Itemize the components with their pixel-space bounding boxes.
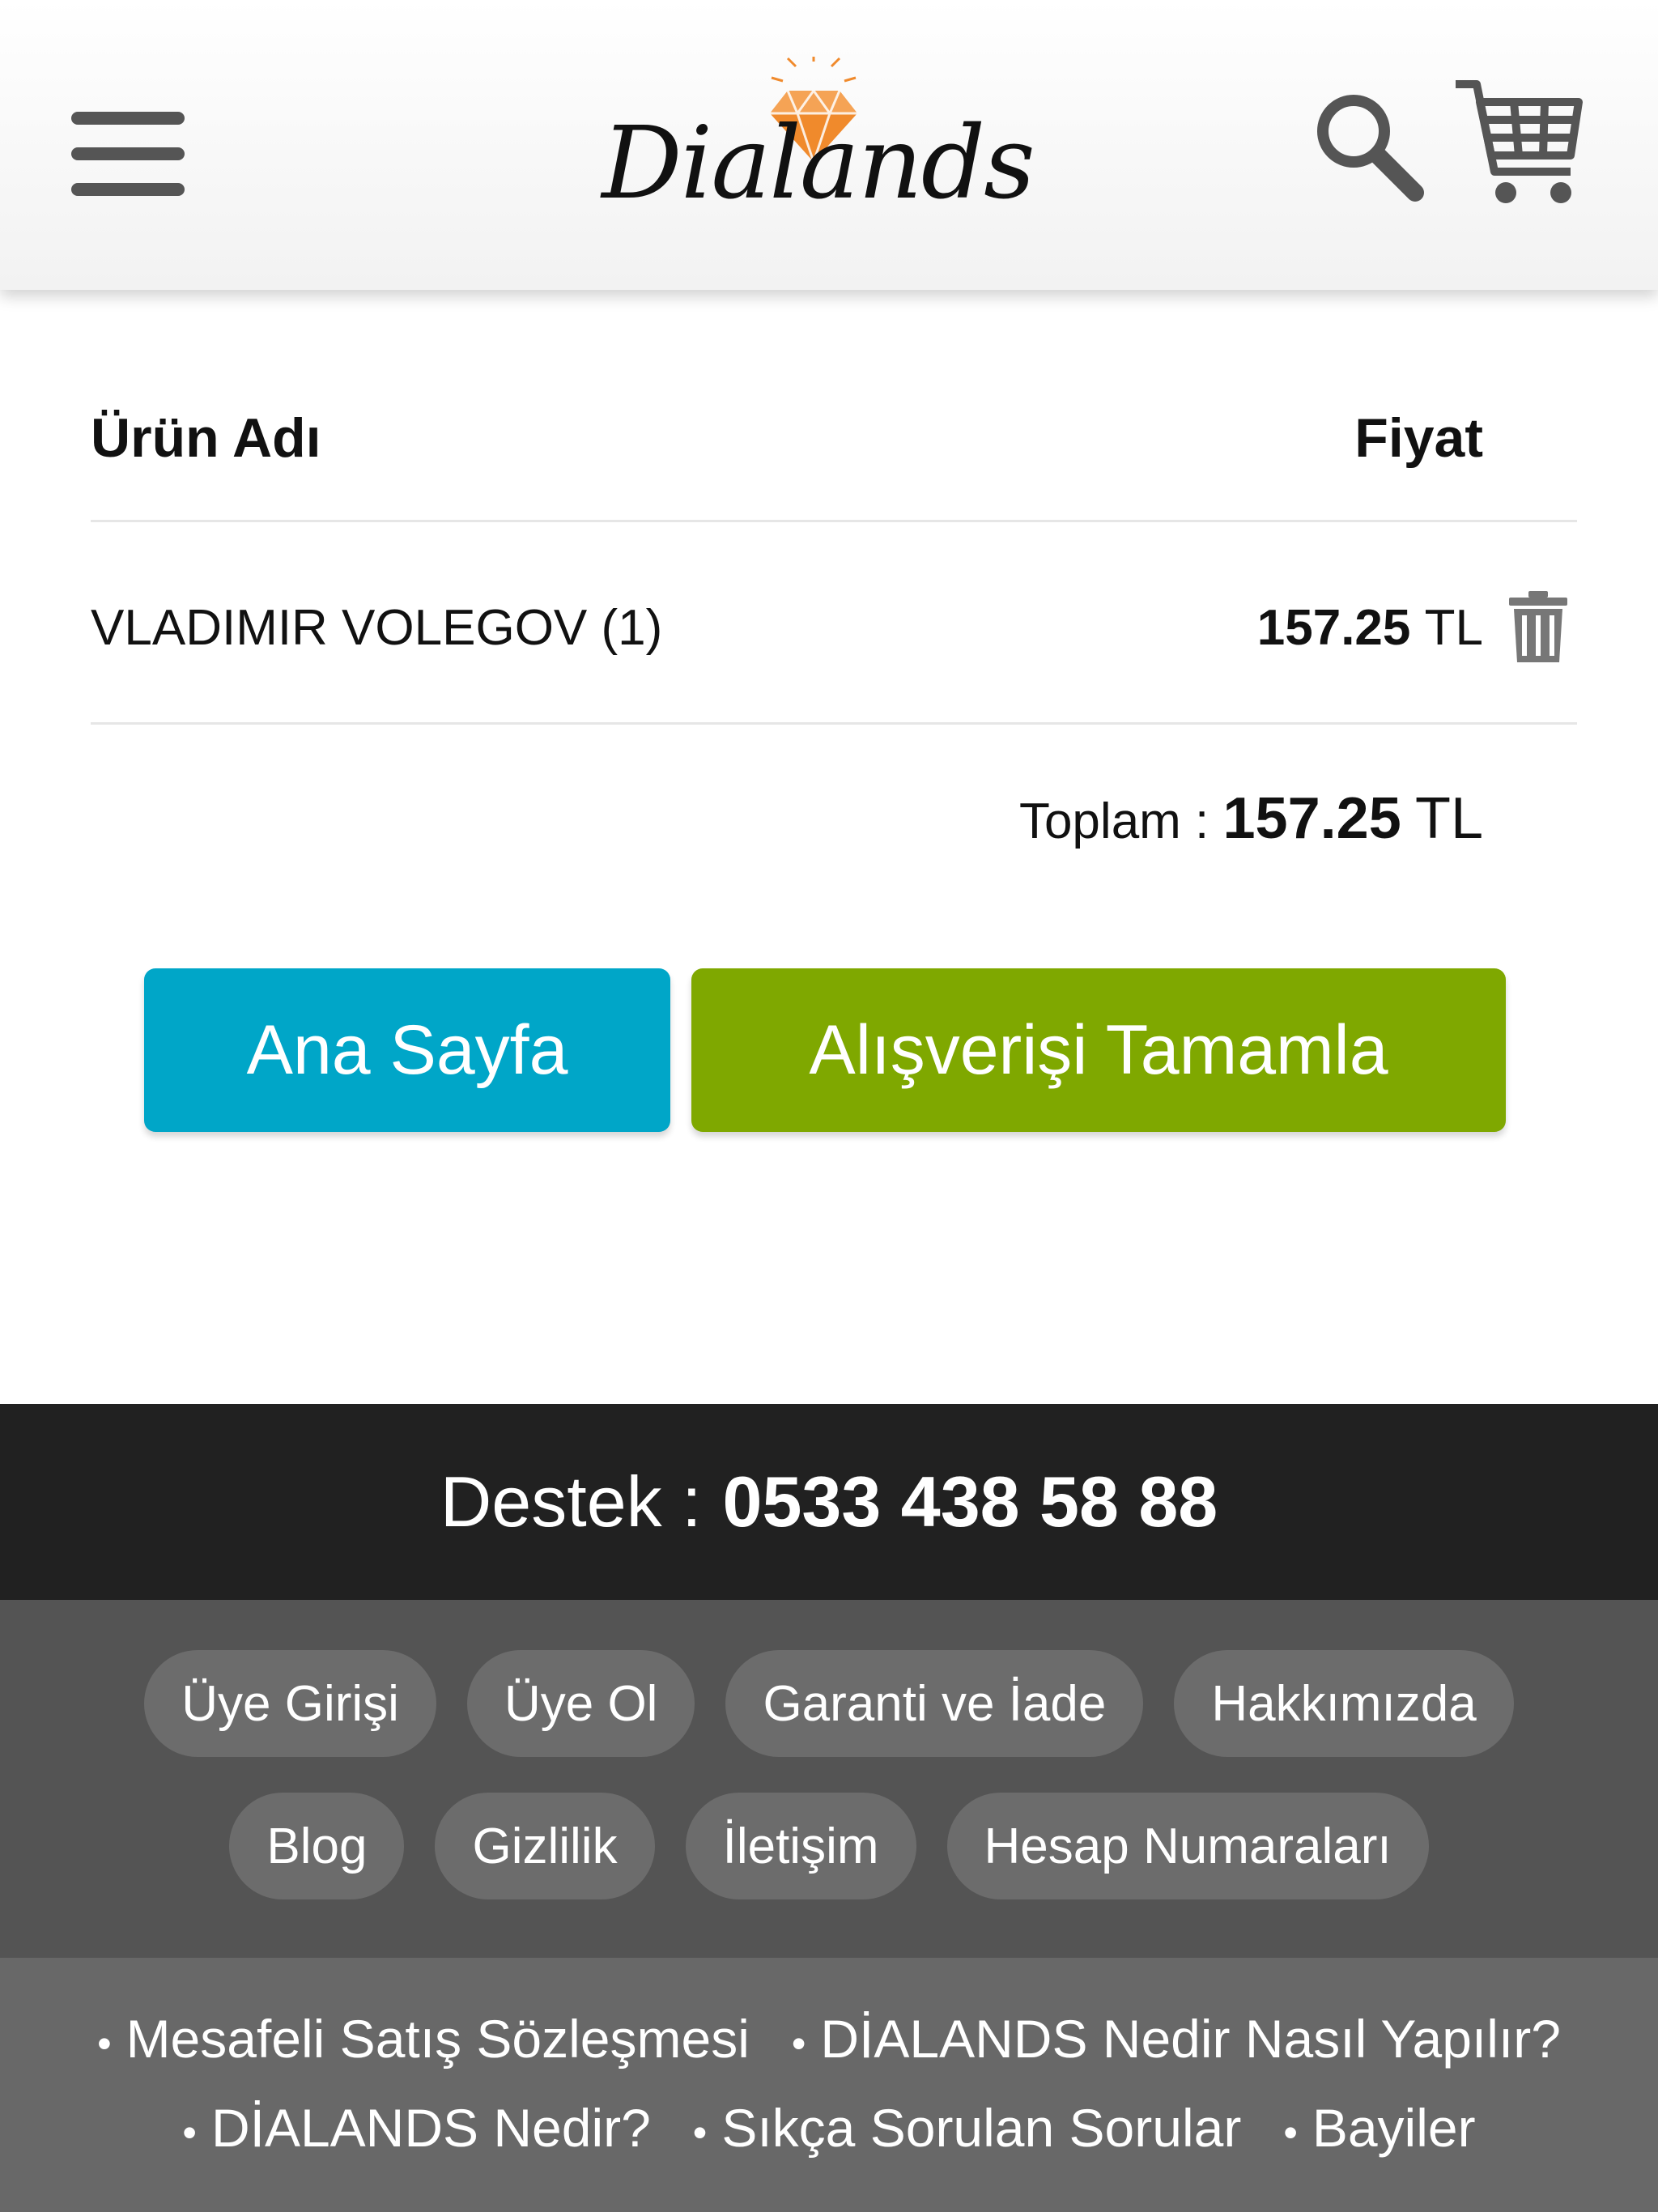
total-label: Toplam :	[1018, 793, 1209, 849]
footer-link-how-made[interactable]: • DİALANDS Nedir Nasıl Yapılır?	[792, 2008, 1561, 2069]
cart-page: Dialands Ürün Adı Fiyat VLADIMIR VOLEGOV…	[0, 0, 1658, 2212]
hamburger-menu-icon[interactable]	[71, 112, 185, 196]
footer-link-privacy[interactable]: Gizlilik	[435, 1793, 655, 1899]
trash-icon[interactable]	[1507, 589, 1569, 664]
table-divider	[91, 722, 1577, 725]
link-label: Mesafeli Satış Sözleşmesi	[125, 2009, 750, 2069]
footer-link-contact[interactable]: İletişim	[685, 1793, 916, 1899]
dialands-logo[interactable]: Dialands	[579, 57, 1048, 227]
cart-icon[interactable]	[1449, 74, 1587, 212]
logo-wordmark: Dialands	[602, 105, 1035, 222]
link-label: Sıkça Sorulan Sorular	[721, 2098, 1242, 2158]
complete-purchase-button[interactable]: Alışverişi Tamamla	[691, 968, 1506, 1132]
search-icon[interactable]	[1312, 89, 1425, 202]
footer-link-what-is[interactable]: • DİALANDS Nedir?	[182, 2097, 650, 2159]
home-button[interactable]: Ana Sayfa	[144, 968, 670, 1132]
footer-link-warranty-return[interactable]: Garanti ve İade	[725, 1650, 1144, 1757]
footer-link-dealers[interactable]: • Bayiler	[1283, 2097, 1475, 2159]
footer-link-distance-sales[interactable]: • Mesafeli Satış Sözleşmesi	[97, 2008, 750, 2069]
footer-link-bank-accounts[interactable]: Hesap Numaraları	[946, 1793, 1429, 1899]
support-bar: Destek : 0533 438 58 88	[0, 1404, 1658, 1600]
link-label: Bayiler	[1312, 2098, 1476, 2158]
footer-link-about[interactable]: Hakkımızda	[1174, 1650, 1514, 1757]
support-label: Destek :	[440, 1461, 702, 1542]
footer-link-faq[interactable]: • Sıkça Sorulan Sorular	[693, 2097, 1242, 2159]
column-header-product-name: Ürün Adı	[91, 407, 321, 469]
cart-item-currency: TL	[1424, 600, 1483, 656]
cart-total: Toplam : 157.25 TL	[1019, 785, 1483, 852]
total-value: 157.25	[1222, 786, 1401, 851]
footer-links: • Mesafeli Satış Sözleşmesi • DİALANDS Ned…	[0, 1958, 1658, 2212]
cart-item-name: VLADIMIR VOLEGOV (1)	[91, 600, 663, 656]
footer-link-blog[interactable]: Blog	[229, 1793, 405, 1899]
support-phone[interactable]: 0533 438 58 88	[723, 1461, 1218, 1543]
footer-link-member-login[interactable]: Üye Girişi	[144, 1650, 436, 1757]
table-divider	[91, 520, 1577, 522]
top-header: Dialands	[0, 0, 1658, 290]
footer-nav: Üye Girişi Üye Ol Garanti ve İade Hakkım…	[0, 1600, 1658, 1958]
link-label: DİALANDS Nedir Nasıl Yapılır?	[820, 2009, 1561, 2069]
total-currency: TL	[1414, 786, 1483, 851]
column-header-price: Fiyat	[1354, 407, 1483, 469]
link-label: DİALANDS Nedir?	[210, 2098, 651, 2158]
cart-item-price-value: 157.25	[1256, 600, 1411, 656]
footer-link-register[interactable]: Üye Ol	[466, 1650, 695, 1757]
cart-item-price: 157.25 TL	[1257, 599, 1483, 657]
